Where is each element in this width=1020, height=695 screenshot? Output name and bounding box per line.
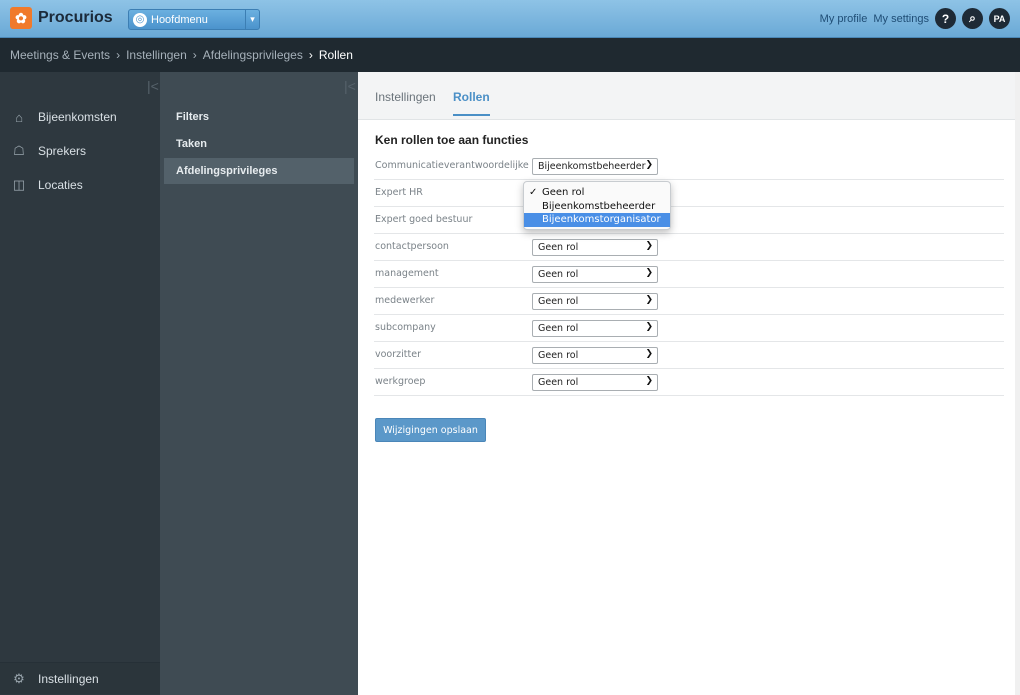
role-select[interactable]: Geen rol ❯ xyxy=(532,293,658,310)
role-row: voorzitter Geen rol ❯ xyxy=(374,342,1004,369)
subnav-item-filters[interactable]: Filters xyxy=(164,104,354,130)
my-settings-link[interactable]: My settings xyxy=(873,13,929,25)
role-select[interactable]: Geen rol ❯ xyxy=(532,374,658,391)
main-content: Instellingen Rollen Ken rollen toe aan f… xyxy=(358,72,1020,695)
role-row: werkgroep Geen rol ❯ xyxy=(374,369,1004,396)
subnav-item-afdelingsprivileges[interactable]: Afdelingsprivileges xyxy=(164,158,354,184)
breadcrumb-separator: › xyxy=(308,48,313,62)
role-select[interactable]: Bijeenkomstbeheerder ❯ xyxy=(532,158,658,175)
role-row: contactpersoon Geen rol ❯ xyxy=(374,234,1004,261)
nav-item-label: Sprekers xyxy=(38,144,87,158)
role-row: management Geen rol ❯ xyxy=(374,261,1004,288)
function-label: contactpersoon xyxy=(375,241,449,252)
chevron-down-icon: ❯ xyxy=(645,241,653,251)
role-select[interactable]: Geen rol ❯ xyxy=(532,266,658,283)
role-select-value: Geen rol xyxy=(538,350,579,361)
dropdown-option-label: Geen rol xyxy=(542,187,585,198)
function-label: Communicatieverantwoordelijke xyxy=(375,160,529,171)
breadcrumb: Meetings & Events › Instellingen › Afdel… xyxy=(0,38,1020,72)
tab-bar: Instellingen Rollen xyxy=(358,72,1020,120)
function-label: management xyxy=(375,268,439,279)
nav-item-sprekers[interactable]: ☖ Sprekers xyxy=(0,135,160,167)
dropdown-option-label: Bijeenkomstorganisator xyxy=(542,214,661,225)
user-menu: My profile My settings ? ⌕ PA xyxy=(820,8,1010,29)
globe-icon: ◎ xyxy=(133,12,147,27)
collapse-nav-icon[interactable]: |< xyxy=(147,78,159,94)
breadcrumb-item[interactable]: Afdelingsprivileges xyxy=(203,48,303,62)
breadcrumb-item[interactable]: Meetings & Events xyxy=(10,48,110,62)
chevron-down-icon: ❯ xyxy=(645,376,653,386)
podium-icon: ☖ xyxy=(13,143,25,158)
logo-icon: ✿ xyxy=(10,7,32,29)
nav-item-locaties[interactable]: ◫ Locaties xyxy=(0,169,160,201)
function-label: subcompany xyxy=(375,322,436,333)
role-row: Expert HR xyxy=(374,180,1004,207)
dropdown-option-bijeenkomstorganisator[interactable]: Bijeenkomstorganisator xyxy=(524,213,670,227)
role-select[interactable]: Geen rol ❯ xyxy=(532,320,658,337)
role-select-value: Geen rol xyxy=(538,242,579,253)
function-label: Expert goed bestuur xyxy=(375,214,473,225)
tab-instellingen[interactable]: Instellingen xyxy=(375,90,436,104)
main-menu-dropdown[interactable]: ◎ Hoofdmenu ▾ xyxy=(128,9,260,30)
nav-item-bijeenkomsten[interactable]: ⌂ Bijeenkomsten xyxy=(0,101,160,133)
map-icon: ◫ xyxy=(12,177,26,192)
breadcrumb-separator: › xyxy=(192,48,197,62)
function-label: Expert HR xyxy=(375,187,423,198)
role-select-value: Geen rol xyxy=(538,377,579,388)
role-select-value: Geen rol xyxy=(538,323,579,334)
role-dropdown-menu: ✓ Geen rol Bijeenkomstbeheerder Bijeenko… xyxy=(523,181,671,230)
zoom-icon[interactable]: ⌕ xyxy=(962,8,983,29)
chevron-down-icon: ❯ xyxy=(645,322,653,332)
nav-item-instellingen[interactable]: ⚙ Instellingen xyxy=(0,662,160,694)
save-changes-button[interactable]: Wijzigingen opslaan xyxy=(375,418,486,442)
tab-rollen[interactable]: Rollen xyxy=(453,90,490,116)
nav-item-label: Instellingen xyxy=(38,671,99,686)
dropdown-option-bijeenkomstbeheerder[interactable]: Bijeenkomstbeheerder xyxy=(524,200,670,214)
left-nav: |< ⌂ Bijeenkomsten ☖ Sprekers ◫ Locaties… xyxy=(0,72,160,695)
chevron-down-icon: ❯ xyxy=(645,349,653,359)
function-label: voorzitter xyxy=(375,349,421,360)
logo-text: Procurios xyxy=(38,9,113,26)
breadcrumb-current: Rollen xyxy=(318,48,353,62)
sub-nav: |< Filters Taken Afdelingsprivileges xyxy=(160,72,358,695)
gear-icon: ⚙ xyxy=(13,670,25,686)
breadcrumb-item[interactable]: Instellingen xyxy=(126,48,187,62)
role-row: Expert goed bestuur xyxy=(374,207,1004,234)
nav-item-label: Locaties xyxy=(38,178,83,192)
role-row: subcompany Geen rol ❯ xyxy=(374,315,1004,342)
nav-item-label: Bijeenkomsten xyxy=(38,110,117,124)
procurios-logo[interactable]: ✿ Procurios xyxy=(10,6,113,30)
function-label: medewerker xyxy=(375,295,435,306)
page-scrollbar[interactable] xyxy=(1015,72,1020,695)
role-select-value: Geen rol xyxy=(538,269,579,280)
subnav-item-taken[interactable]: Taken xyxy=(164,131,354,157)
my-profile-link[interactable]: My profile xyxy=(820,13,868,25)
chevron-down-icon: ❯ xyxy=(645,268,653,278)
audience-icon: ⌂ xyxy=(15,109,23,125)
function-label: werkgroep xyxy=(375,376,426,387)
top-bar: ✿ Procurios ◎ Hoofdmenu ▾ My profile My … xyxy=(0,0,1020,38)
main-menu-label: Hoofdmenu xyxy=(151,13,208,26)
role-select-value: Geen rol xyxy=(538,296,579,307)
help-button[interactable]: ? xyxy=(935,8,956,29)
role-select-value: Bijeenkomstbeheerder xyxy=(538,161,646,172)
role-row: medewerker Geen rol ❯ xyxy=(374,288,1004,315)
role-select[interactable]: Geen rol ❯ xyxy=(532,347,658,364)
dropdown-option-label: Bijeenkomstbeheerder xyxy=(542,200,656,212)
dropdown-option-geen-rol[interactable]: ✓ Geen rol xyxy=(524,186,670,200)
role-row: Communicatieverantwoordelijke Bijeenkoms… xyxy=(374,153,1004,180)
page-title: Ken rollen toe aan functies xyxy=(375,133,529,147)
collapse-subnav-icon[interactable]: |< xyxy=(344,78,356,94)
chevron-down-icon: ▾ xyxy=(245,10,259,29)
chevron-down-icon: ❯ xyxy=(645,160,653,170)
checkmark-icon: ✓ xyxy=(529,187,538,198)
avatar[interactable]: PA xyxy=(989,8,1010,29)
breadcrumb-separator: › xyxy=(116,48,121,62)
role-select[interactable]: Geen rol ❯ xyxy=(532,239,658,256)
chevron-down-icon: ❯ xyxy=(645,295,653,305)
